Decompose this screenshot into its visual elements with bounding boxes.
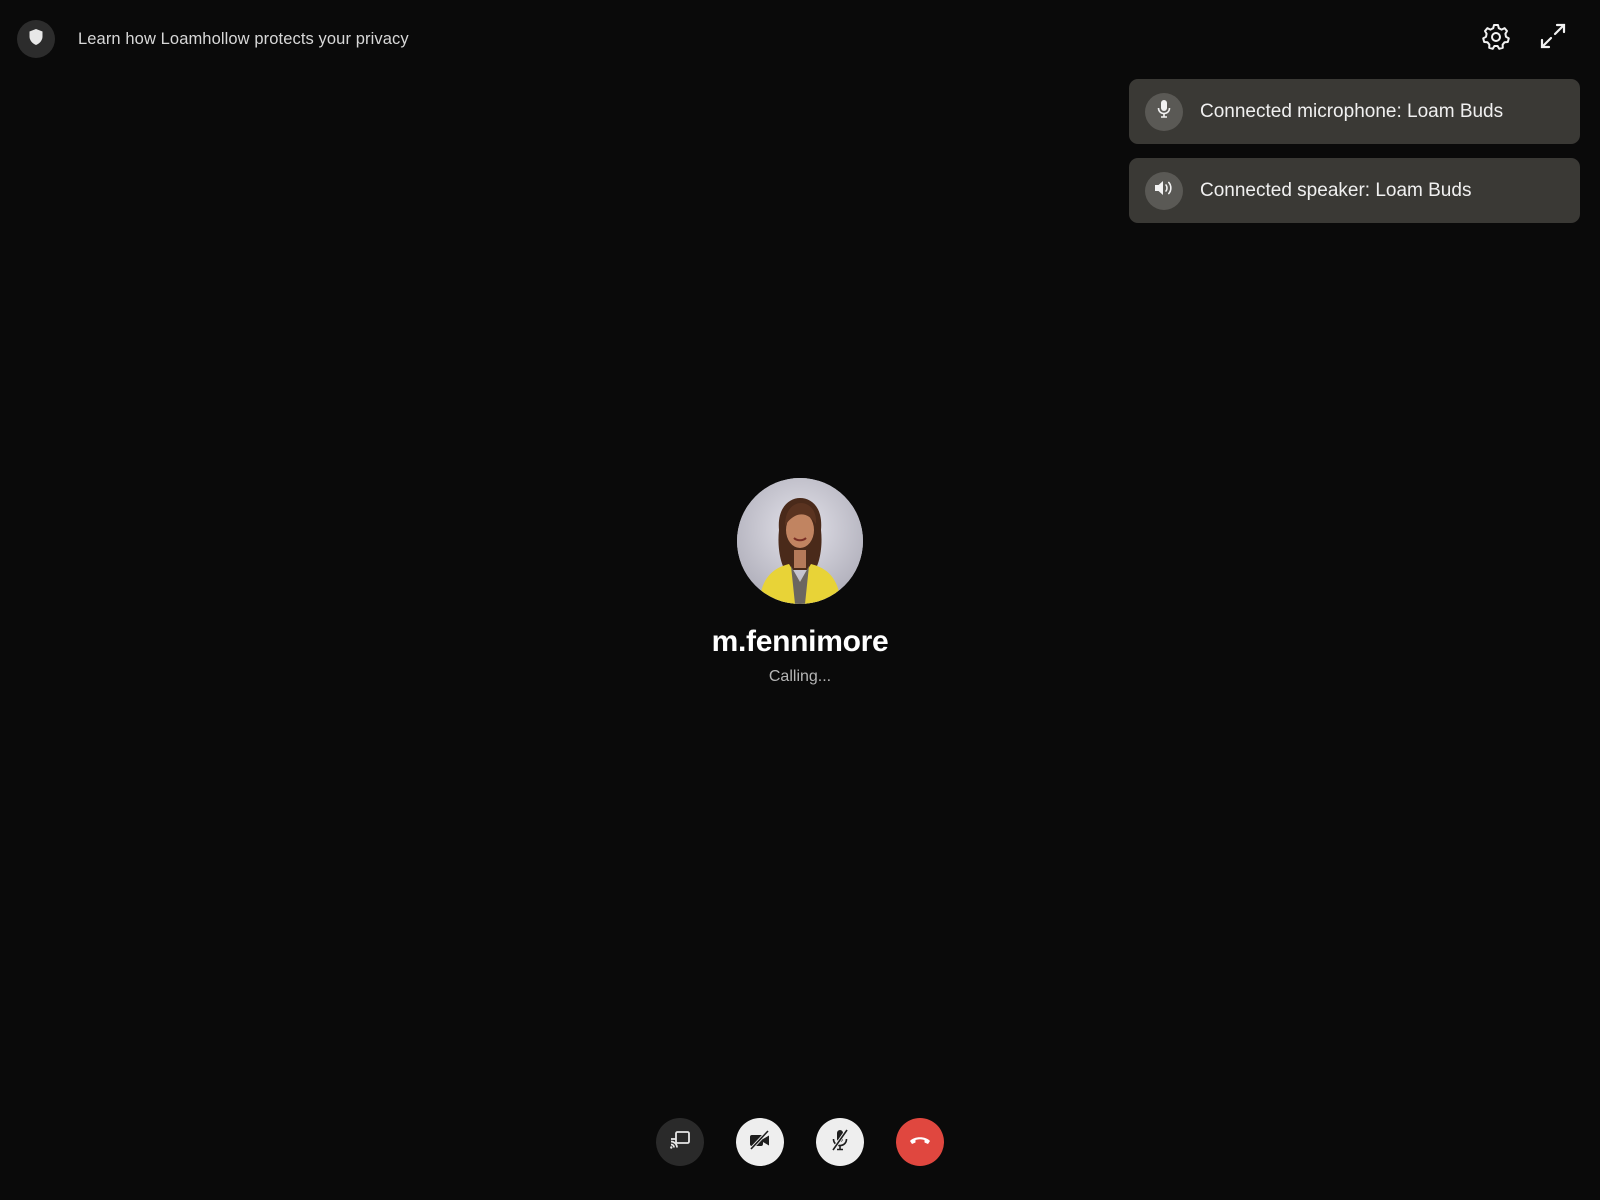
fullscreen-button[interactable] xyxy=(1537,22,1569,54)
video-off-icon xyxy=(748,1129,772,1156)
privacy-text[interactable]: Learn how Loamhollow protects your priva… xyxy=(78,30,409,49)
microphone-muted-button[interactable] xyxy=(816,1118,864,1166)
hang-up-icon xyxy=(908,1133,932,1151)
shield-icon xyxy=(28,28,44,51)
speaker-icon xyxy=(1154,179,1174,202)
mic-off-icon xyxy=(829,1128,851,1157)
call-status: Calling... xyxy=(768,668,832,685)
camera-off-button[interactable] xyxy=(736,1118,784,1166)
callee-name: m.fennimore xyxy=(711,625,889,658)
microphone-icon xyxy=(1156,99,1172,124)
call-controls xyxy=(656,1118,944,1166)
toast-text: Connected speaker: Loam Buds xyxy=(1200,179,1472,201)
toast-icon-wrap xyxy=(1145,171,1183,210)
settings-button[interactable] xyxy=(1480,22,1512,54)
share-screen-button[interactable] xyxy=(656,1118,704,1166)
toast-microphone-connected: Connected microphone: Loam Buds xyxy=(1129,79,1580,144)
screen-share-icon xyxy=(669,1130,691,1155)
privacy-badge xyxy=(17,20,55,58)
toast-text: Connected microphone: Loam Buds xyxy=(1200,100,1504,122)
privacy-link[interactable]: Learn how Loamhollow protects your priva… xyxy=(17,20,409,58)
end-call-button[interactable] xyxy=(896,1118,944,1166)
gear-icon xyxy=(1482,22,1510,55)
call-screen: Learn how Loamhollow protects your priva… xyxy=(0,0,1600,1200)
avatar xyxy=(737,478,863,604)
toast-icon-wrap xyxy=(1145,92,1183,131)
expand-icon xyxy=(1539,22,1567,55)
toast-speaker-connected: Connected speaker: Loam Buds xyxy=(1129,158,1580,223)
